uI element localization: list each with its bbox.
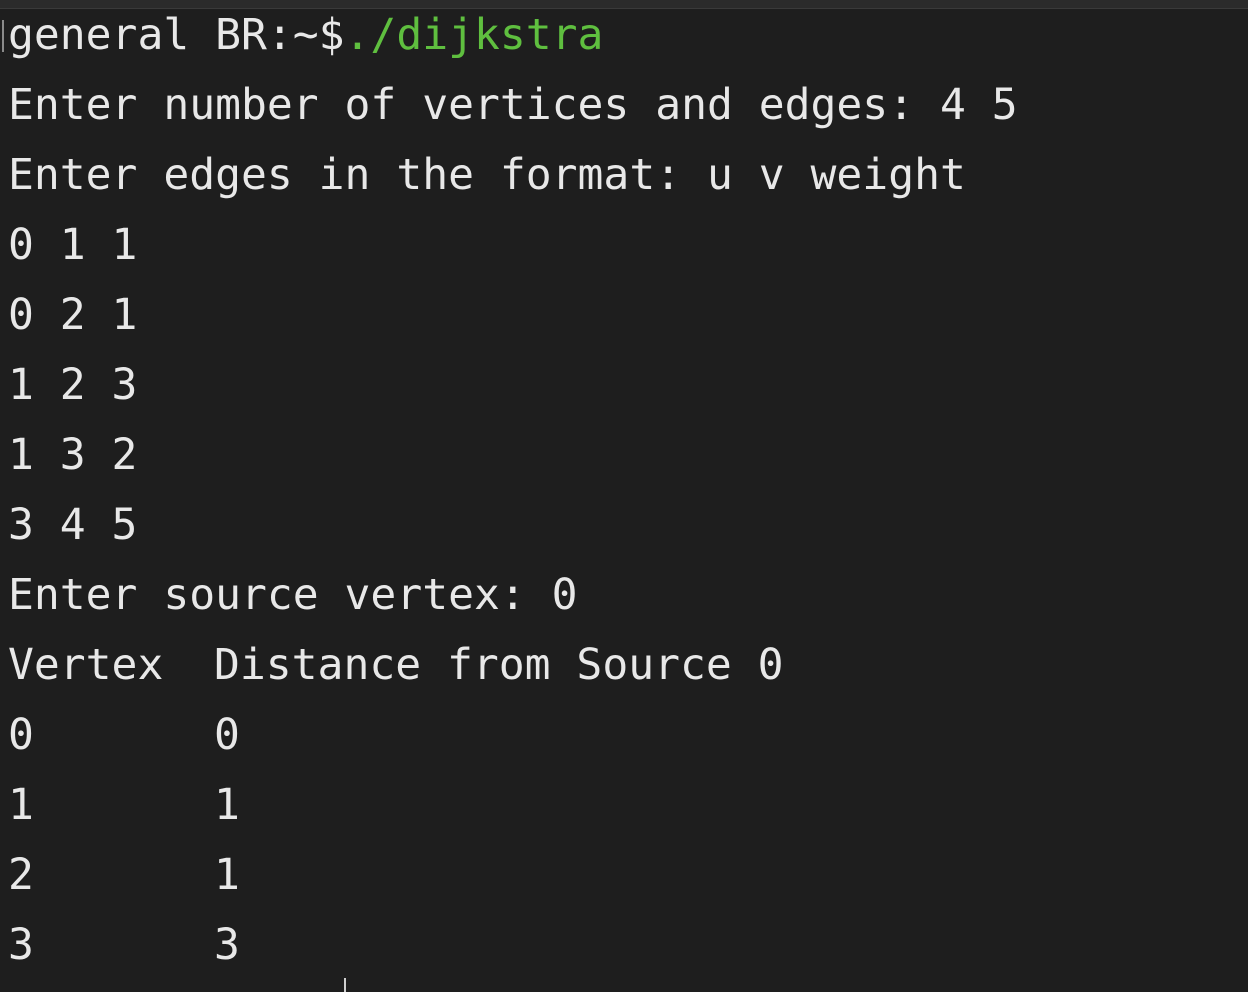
result-vertex: 2 (8, 850, 34, 900)
result-row: 21 (8, 840, 1018, 910)
result-row: 11 (8, 770, 1018, 840)
distance-column-header: Distance from Source 0 (214, 640, 784, 690)
result-distance: 1 (214, 780, 240, 830)
table-header: Vertex Distance from Source 0 (8, 630, 1018, 700)
shell-prompt: general BR:~$ (8, 10, 345, 60)
result-row: 33 (8, 910, 1018, 980)
vertices-prompt: Enter number of vertices and edges: 4 5 (8, 80, 1018, 130)
text-cursor (344, 978, 346, 992)
line-marker (2, 20, 4, 52)
prompt-line: general BR:~$./dijkstra (8, 0, 1018, 70)
terminal-output: general BR:~$./dijkstra Enter number of … (8, 0, 1018, 980)
command-text: ./dijkstra (344, 10, 604, 60)
edge-line: 0 1 1 (8, 220, 138, 270)
result-vertex: 3 (8, 920, 34, 970)
vertex-column-header: Vertex (8, 640, 164, 690)
result-distance: 0 (214, 710, 240, 760)
edge-line: 1 3 2 (8, 430, 138, 480)
result-distance: 1 (214, 850, 240, 900)
edges-prompt: Enter edges in the format: u v weight (8, 150, 966, 200)
terminal-window[interactable]: general BR:~$./dijkstra Enter number of … (0, 0, 1248, 992)
result-vertex: 0 (8, 710, 34, 760)
result-distance: 3 (214, 920, 240, 970)
edge-line: 0 2 1 (8, 290, 138, 340)
edge-line: 3 4 5 (8, 500, 138, 550)
result-vertex: 1 (8, 780, 34, 830)
edge-line: 1 2 3 (8, 360, 138, 410)
source-prompt: Enter source vertex: 0 (8, 570, 578, 620)
result-row: 00 (8, 700, 1018, 770)
